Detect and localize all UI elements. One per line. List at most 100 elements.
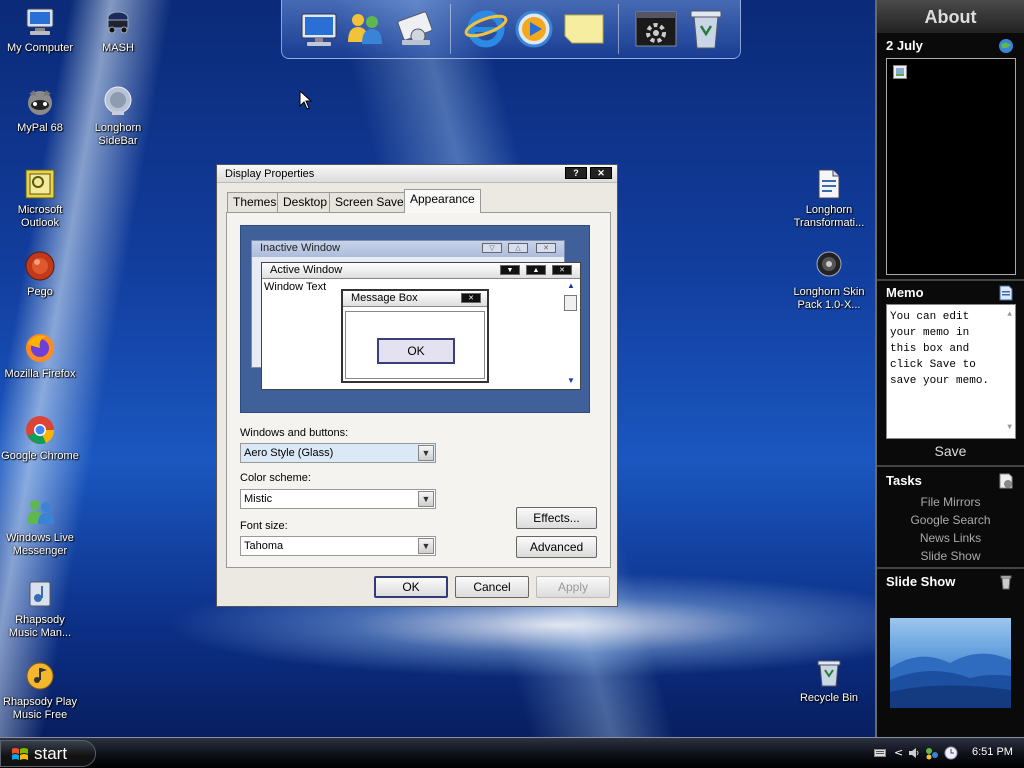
- desktop-icon-label: Rhapsody Music Man...: [8, 614, 72, 639]
- desktop-icon-label: MASH: [102, 42, 134, 54]
- memo-icon[interactable]: [998, 285, 1014, 301]
- effects-button[interactable]: Effects...: [516, 507, 597, 529]
- desktop-icon-pego[interactable]: Pego: [0, 250, 80, 299]
- ok-button[interactable]: OK: [374, 576, 448, 598]
- clock[interactable]: 6:51 PM: [972, 746, 1013, 758]
- users-icon[interactable]: [344, 6, 388, 52]
- desktop-icon-label: Longhorn Transformati...: [793, 204, 865, 229]
- preview-message-box: Message Box ✕ OK: [341, 289, 489, 383]
- help-button[interactable]: ?: [565, 167, 587, 179]
- advanced-button[interactable]: Advanced: [516, 536, 597, 558]
- memo-scroll-up[interactable]: ▲: [1007, 307, 1012, 323]
- windows-buttons-value: Aero Style (Glass): [244, 447, 334, 459]
- cancel-button[interactable]: Cancel: [455, 576, 529, 598]
- desktop-icon-mash[interactable]: MASH: [78, 6, 158, 55]
- calendar-panel[interactable]: [886, 58, 1016, 275]
- windows-buttons-label: Windows and buttons:: [240, 427, 349, 439]
- desktop-icon-label: Windows Live Messenger: [6, 532, 74, 557]
- globe-icon[interactable]: [998, 38, 1014, 54]
- start-button[interactable]: start: [0, 740, 96, 767]
- clock-tray-icon[interactable]: [944, 746, 958, 760]
- task-item-slide-show[interactable]: Slide Show: [877, 549, 1024, 563]
- scroll-down-arrow-icon: ▼: [567, 376, 575, 385]
- desktop-icon-longhorn-transformation[interactable]: Longhorn Transformati...: [789, 168, 869, 230]
- tab-screen-saver[interactable]: Screen Saver: [329, 192, 414, 212]
- task-item-news-links[interactable]: News Links: [877, 531, 1024, 545]
- task-item-google-search[interactable]: Google Search: [877, 513, 1024, 527]
- tab-desktop[interactable]: Desktop: [277, 192, 334, 212]
- network-tray-icon[interactable]: [924, 746, 940, 760]
- preview-scrollbar: ▲ ▼: [563, 281, 579, 385]
- calendar-date: 2 July: [886, 38, 923, 53]
- media-player-icon[interactable]: [512, 6, 556, 52]
- system-tray: < 6:51 PM: [864, 738, 1024, 768]
- desktop-icon-longhorn-sidebar[interactable]: Longhorn SideBar: [78, 86, 158, 148]
- chevron-down-icon[interactable]: ▼: [418, 538, 434, 554]
- longhorn-sidebar-icon: [102, 86, 134, 118]
- font-size-value: Tahoma: [244, 540, 284, 552]
- dialog-title-bar[interactable]: Display Properties: [217, 165, 617, 183]
- taskbar: start < 6:51 PM: [0, 737, 1024, 768]
- settings-window-icon[interactable]: [634, 6, 678, 52]
- desktop-icon-firefox[interactable]: Mozilla Firefox: [0, 332, 80, 381]
- slideshow-image[interactable]: [890, 618, 1011, 708]
- memo-save-button[interactable]: Save: [877, 443, 1024, 459]
- color-scheme-value: Mistic: [244, 493, 273, 505]
- desktop-icon-my-computer[interactable]: My Computer: [0, 6, 80, 55]
- appearance-panel: Inactive Window ▽ △ ✕ Active Window ▼ ▲ …: [226, 212, 611, 568]
- trash-icon[interactable]: [998, 574, 1014, 590]
- tile-divider: [877, 279, 1024, 281]
- task-item-file-mirrors[interactable]: File Mirrors: [877, 495, 1024, 509]
- internet-explorer-icon[interactable]: [464, 6, 508, 52]
- font-size-select[interactable]: Tahoma ▼: [240, 536, 436, 556]
- apply-button[interactable]: Apply: [536, 576, 610, 598]
- desktop-icon-chrome[interactable]: Google Chrome: [0, 414, 80, 463]
- mash-icon: [102, 6, 134, 38]
- tab-themes[interactable]: Themes: [227, 192, 283, 212]
- keyboard-icon[interactable]: [874, 748, 886, 758]
- desktop-icon-label: My Computer: [6, 42, 74, 54]
- computer-icon[interactable]: [298, 6, 342, 52]
- mypal-icon: [24, 86, 56, 118]
- desktop-icon-label: Pego: [27, 286, 53, 298]
- speaker-icon[interactable]: [908, 747, 920, 759]
- rhapsody-play-icon: [24, 660, 56, 692]
- tile-divider: [877, 465, 1024, 467]
- preview-message-close: ✕: [461, 293, 481, 303]
- desktop-icon-recycle-bin[interactable]: Recycle Bin: [789, 656, 869, 705]
- desktop-icon-label: Rhapsody Play Music Free: [3, 696, 77, 721]
- desktop-icon-messenger[interactable]: Windows Live Messenger: [0, 496, 80, 558]
- desktop-icon-rhapsody-play[interactable]: Rhapsody Play Music Free: [0, 660, 80, 722]
- desktop-icon-rhapsody[interactable]: Rhapsody Music Man...: [0, 578, 80, 640]
- memo-scroll-down[interactable]: ▼: [1007, 420, 1012, 436]
- sidebar-about-title[interactable]: About: [877, 0, 1024, 33]
- close-button[interactable]: ✕: [590, 167, 612, 179]
- memo-textarea[interactable]: You can edit your memo in this box and c…: [886, 304, 1016, 439]
- preview-inactive-close: ✕: [536, 243, 556, 253]
- color-scheme-select[interactable]: Mistic ▼: [240, 489, 436, 509]
- recycle-bin-icon[interactable]: [684, 6, 728, 52]
- memo-title: Memo: [886, 285, 924, 300]
- chevron-left-icon[interactable]: <: [894, 746, 903, 759]
- mountain-photo: [890, 653, 1011, 708]
- desktop-icon-longhorn-skin-pack[interactable]: Longhorn Skin Pack 1.0-X...: [789, 250, 869, 312]
- preview-active-minimize: ▼: [500, 265, 520, 275]
- chevron-down-icon[interactable]: ▼: [418, 491, 434, 507]
- sticky-note-icon[interactable]: [562, 6, 606, 52]
- network-icon[interactable]: [394, 6, 438, 52]
- computer-icon: [24, 6, 56, 38]
- desktop-icon-label: Longhorn Skin Pack 1.0-X...: [793, 286, 865, 311]
- appearance-preview: Inactive Window ▽ △ ✕ Active Window ▼ ▲ …: [240, 225, 590, 413]
- preview-inactive-maximize: △: [508, 243, 528, 253]
- desktop-icon-mypal[interactable]: MyPal 68: [0, 86, 80, 135]
- slideshow-title: Slide Show: [886, 574, 956, 589]
- chevron-down-icon[interactable]: ▼: [418, 445, 434, 461]
- desktop-icon-label: Mozilla Firefox: [4, 368, 76, 380]
- tasks-icon[interactable]: [998, 473, 1014, 489]
- desktop-icon-outlook[interactable]: Microsoft Outlook: [0, 168, 80, 230]
- windows-buttons-select[interactable]: Aero Style (Glass) ▼: [240, 443, 436, 463]
- sidebar: About 2 July Memo You can edit your memo…: [875, 0, 1024, 737]
- top-dock: [281, 0, 741, 59]
- tab-appearance[interactable]: Appearance: [404, 189, 481, 213]
- firefox-icon: [24, 332, 56, 364]
